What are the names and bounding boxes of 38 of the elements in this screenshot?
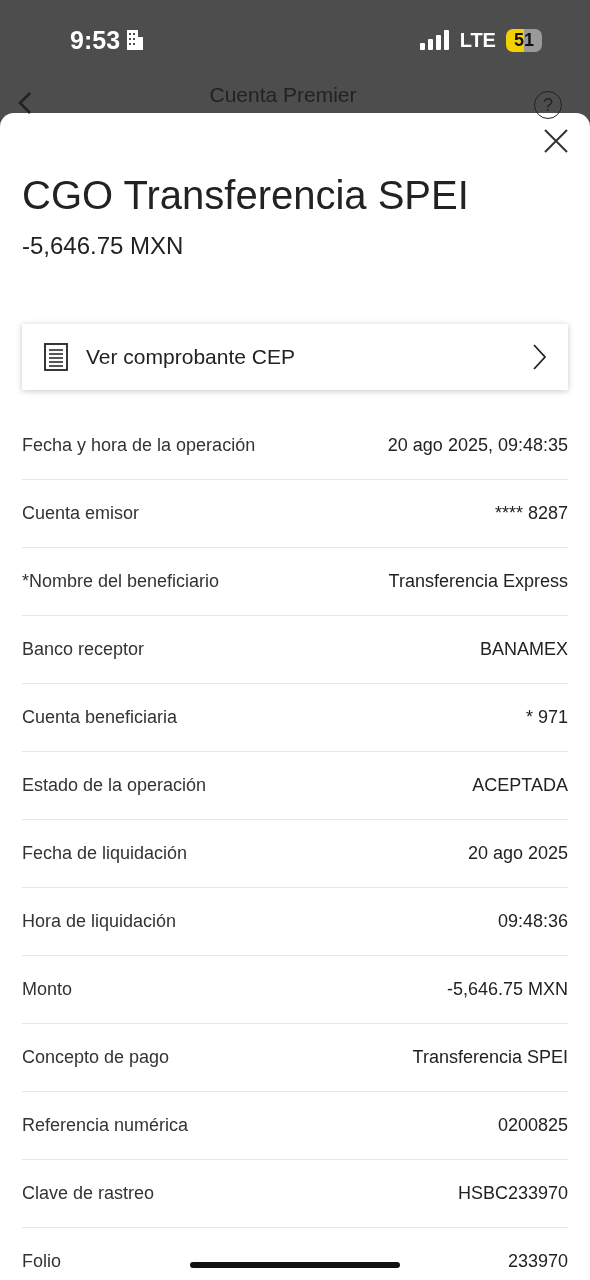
detail-value: * 971 — [525, 707, 568, 728]
battery-level: 51 — [505, 28, 542, 52]
detail-value: **** 8287 — [494, 503, 568, 524]
detail-label: Folio — [22, 1251, 61, 1272]
detail-value: 0200825 — [497, 1115, 568, 1136]
document-icon — [44, 343, 68, 371]
building-icon — [126, 29, 145, 51]
back-icon[interactable] — [18, 91, 32, 115]
detail-value: Transferencia SPEI — [412, 1047, 568, 1068]
detail-label: Fecha de liquidación — [22, 843, 188, 864]
chevron-right-icon — [532, 344, 546, 370]
receipt-link[interactable]: Ver comprobante CEP — [22, 324, 568, 390]
detail-label: *Nombre del beneficiario — [22, 571, 220, 592]
detail-value: 233970 — [507, 1251, 568, 1272]
detail-label: Referencia numérica — [22, 1115, 189, 1136]
detail-label: Estado de la operación — [22, 775, 207, 796]
detail-value: Transferencia Express — [388, 571, 568, 592]
network-label: LTE — [459, 28, 496, 52]
detail-label: Cuenta emisor — [22, 503, 140, 524]
detail-value: ACEPTADA — [472, 775, 568, 796]
detail-value: 20 ago 2025, 09:48:35 — [387, 435, 568, 456]
detail-label: Hora de liquidación — [22, 911, 177, 932]
detail-value: 20 ago 2025 — [467, 843, 568, 864]
signal-icon — [419, 30, 450, 50]
detail-value: HSBC233970 — [457, 1183, 568, 1204]
detail-value: BANAMEX — [479, 639, 568, 660]
status-time: 9:53 — [70, 25, 121, 55]
transaction-title: CGO Transferencia SPEI — [22, 173, 470, 218]
detail-label: Banco receptor — [22, 639, 145, 660]
detail-label: Cuenta beneficiaria — [22, 707, 178, 728]
detail-label: Fecha y hora de la operación — [22, 435, 256, 456]
transaction-amount: -5,646.75 MXN — [22, 232, 185, 260]
detail-value: -5,646.75 MXN — [446, 979, 568, 1000]
detail-value: 09:48:36 — [497, 911, 568, 932]
detail-label: Concepto de pago — [22, 1047, 170, 1068]
close-icon[interactable] — [544, 129, 568, 153]
detail-label: Clave de rastreo — [22, 1183, 155, 1204]
detail-label: Monto — [22, 979, 73, 1000]
